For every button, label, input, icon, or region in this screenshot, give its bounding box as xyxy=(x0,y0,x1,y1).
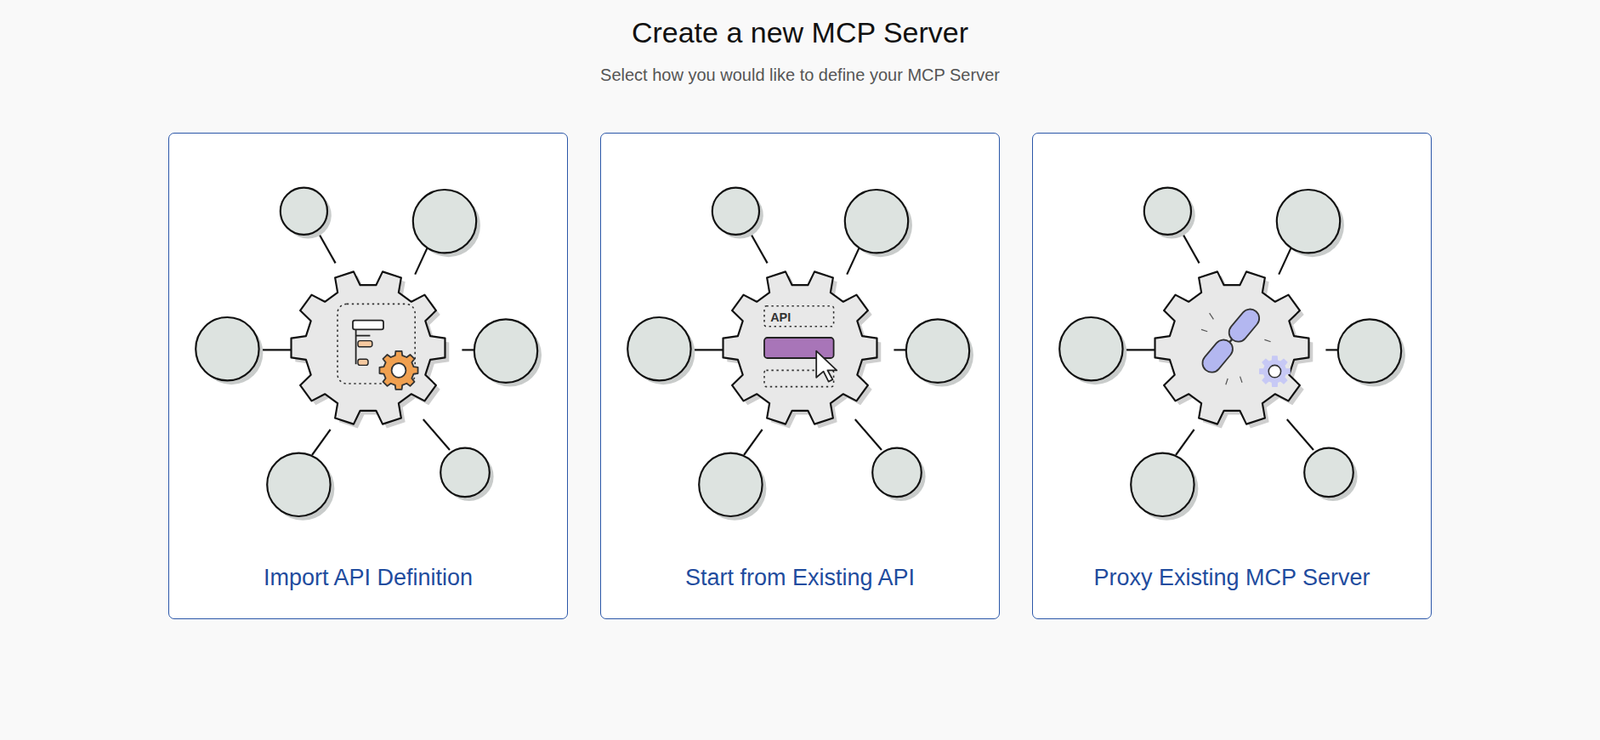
option-label: Import API Definition xyxy=(263,561,473,593)
hub-diagram xyxy=(194,184,542,522)
node-circle xyxy=(893,318,974,386)
svg-text:API: API xyxy=(770,310,791,324)
node-circle xyxy=(627,317,725,385)
hub-diagram: API xyxy=(626,184,974,522)
create-mcp-server-page: Create a new MCP Server Select how you wo… xyxy=(0,0,1600,740)
node-circle xyxy=(195,317,293,385)
node-circle xyxy=(413,189,481,275)
page-subtitle: Select how you would like to define your… xyxy=(600,62,1000,87)
node-circle xyxy=(845,189,913,275)
page-title: Create a new MCP Server xyxy=(631,15,969,50)
node-circle xyxy=(855,419,926,501)
node-circle xyxy=(461,318,542,386)
node-circle xyxy=(1287,419,1358,501)
node-circle xyxy=(1059,317,1157,385)
node-circle xyxy=(423,419,494,501)
option-card[interactable]: Proxy Existing MCP Server xyxy=(1032,132,1432,619)
gear-icon xyxy=(723,271,878,424)
node-circle xyxy=(1144,187,1200,264)
option-list: Import API Definition API Start from Exist… xyxy=(168,132,1432,619)
node-circle xyxy=(1276,189,1345,275)
import-definition-icon xyxy=(337,303,419,390)
node-circle xyxy=(280,187,336,264)
node-circle xyxy=(1325,318,1406,386)
gear-icon xyxy=(291,271,446,424)
chain-link-icon xyxy=(1198,305,1290,386)
node-circle xyxy=(698,429,766,521)
node-circle xyxy=(1130,429,1198,521)
option-card[interactable]: API Start from Existing API xyxy=(600,132,1000,619)
existing-api-icon: API xyxy=(764,306,837,387)
option-label: Start from Existing API xyxy=(685,561,915,593)
option-card[interactable]: Import API Definition xyxy=(168,132,568,619)
gear-icon xyxy=(1155,271,1310,424)
hub-diagram xyxy=(1058,184,1406,522)
option-label: Proxy Existing MCP Server xyxy=(1093,561,1370,593)
node-circle xyxy=(266,429,335,521)
node-circle xyxy=(712,187,768,264)
